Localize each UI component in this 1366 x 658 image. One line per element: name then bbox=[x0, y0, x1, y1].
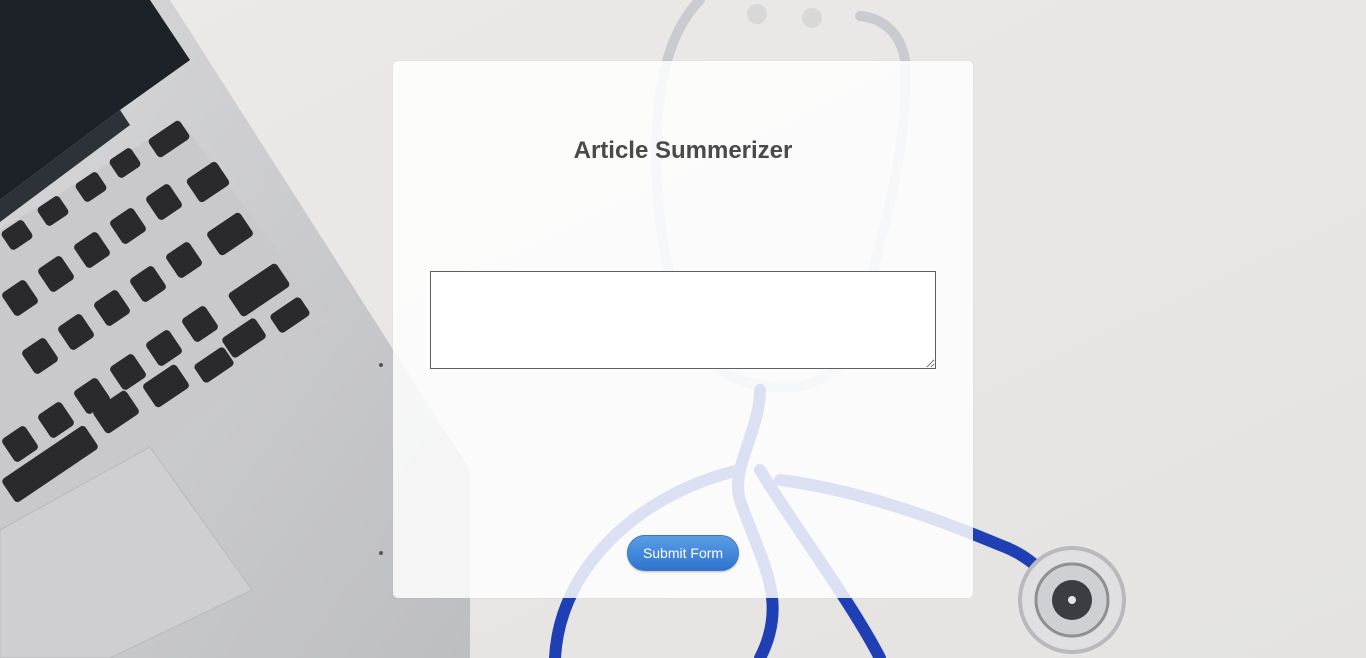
list-bullet bbox=[379, 551, 383, 555]
article-textarea[interactable] bbox=[430, 271, 936, 369]
page-title: Article Summerizer bbox=[573, 137, 793, 164]
form-card: Article Summerizer Submit Form bbox=[393, 61, 973, 598]
list-bullet bbox=[379, 363, 383, 367]
submit-form-button[interactable]: Submit Form bbox=[627, 535, 739, 571]
